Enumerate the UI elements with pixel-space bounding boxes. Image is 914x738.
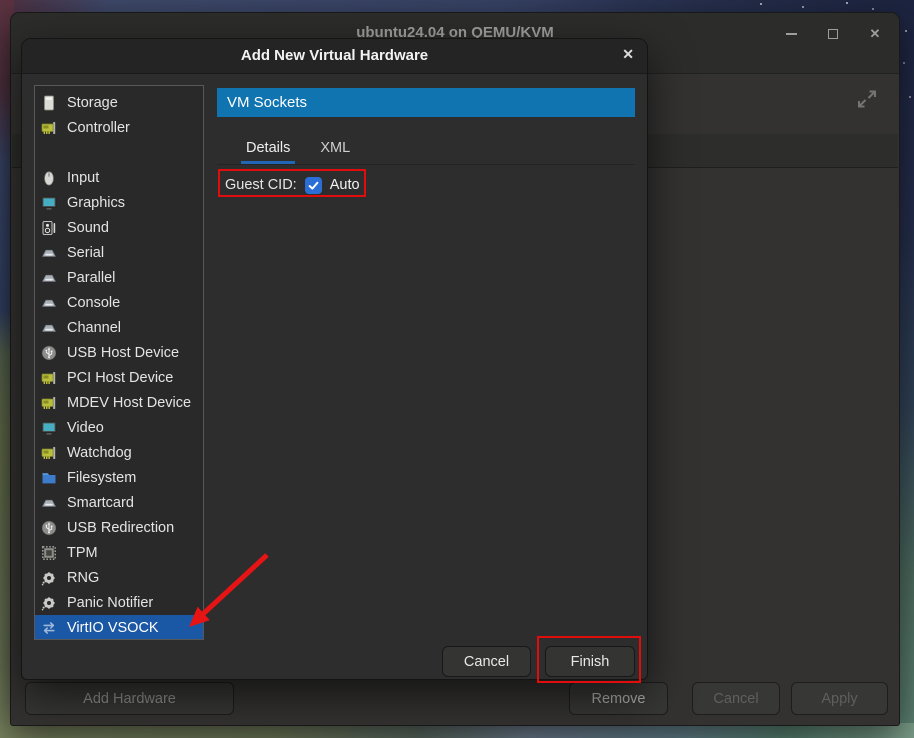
sidebar-item-sound[interactable]: Sound (35, 215, 203, 240)
sidebar-item-parallel[interactable]: Parallel (35, 265, 203, 290)
serial-device-icon (41, 495, 57, 511)
sidebar-item-label: Channel (67, 320, 121, 336)
swap-arrows-icon (41, 620, 57, 636)
maximize-icon[interactable] (825, 26, 841, 42)
add-hardware-button[interactable]: Add Hardware (25, 682, 234, 715)
pci-card-icon (41, 370, 57, 386)
guest-cid-label: Guest CID: (225, 177, 297, 193)
sidebar-item-console[interactable]: Console (35, 290, 203, 315)
maximize-glyph (828, 29, 838, 39)
sidebar-item-controller[interactable]: Controller (35, 115, 203, 140)
minimize-icon[interactable] (783, 26, 799, 42)
tab-xml[interactable]: XML (315, 131, 355, 164)
sidebar-item-label: VirtIO VSOCK (67, 620, 159, 636)
pci-card-icon (41, 120, 57, 136)
dialog-titlebar: Add New Virtual Hardware ✕ (22, 39, 647, 74)
remove-button[interactable]: Remove (569, 682, 668, 715)
serial-device-icon (41, 270, 57, 286)
sidebar-item-label: Filesystem (67, 470, 136, 486)
add-hardware-dialog: Add New Virtual Hardware ✕ Storage Contro… (21, 38, 648, 680)
mouse-icon (41, 170, 57, 186)
sidebar-item-label: Controller (67, 120, 130, 136)
guest-cid-row: Guest CID: Auto (217, 174, 635, 196)
sidebar-item-label: Parallel (67, 270, 115, 286)
sidebar-item-pci-host-device[interactable]: PCI Host Device (35, 365, 203, 390)
sidebar-item-label: Sound (67, 220, 109, 236)
sidebar-item-label: PCI Host Device (67, 370, 173, 386)
sidebar-item-label: TPM (67, 545, 98, 561)
sidebar-item-label: USB Host Device (67, 345, 179, 361)
sidebar-item-channel[interactable]: Channel (35, 315, 203, 340)
chip-icon (41, 545, 57, 561)
sidebar-item-label: Input (67, 170, 99, 186)
pci-card-icon (41, 395, 57, 411)
hardware-type-list: Storage Controller Input Graphics Sound Seria… (34, 85, 204, 640)
sidebar-item-virtio-vsock[interactable]: VirtIO VSOCK (35, 615, 203, 640)
finish-button[interactable]: Finish (545, 646, 635, 677)
display-icon (41, 195, 57, 211)
close-dialog-icon[interactable]: ✕ (622, 46, 634, 63)
usb-icon (41, 345, 57, 361)
sidebar-item-label: Storage (67, 95, 118, 111)
speaker-icon (41, 220, 57, 236)
sidebar-item-usb-redirection[interactable]: USB Redirection (35, 515, 203, 540)
serial-device-icon (41, 320, 57, 336)
sidebar-item-graphics[interactable]: Graphics (35, 190, 203, 215)
sidebar-item-video[interactable]: Video (35, 415, 203, 440)
sidebar-item-usb-host-device[interactable]: USB Host Device (35, 340, 203, 365)
window-controls: ✕ (783, 23, 883, 45)
dialog-title: Add New Virtual Hardware (22, 47, 647, 64)
gear-icon (41, 595, 57, 611)
sidebar-spacer (35, 140, 203, 165)
sidebar-item-label: Graphics (67, 195, 125, 211)
apply-button[interactable]: Apply (791, 682, 888, 715)
sidebar-item-label: MDEV Host Device (67, 395, 191, 411)
tab-details-label: Details (246, 140, 290, 156)
serial-device-icon (41, 245, 57, 261)
sidebar-item-label: RNG (67, 570, 99, 586)
sidebar-item-smartcard[interactable]: Smartcard (35, 490, 203, 515)
sidebar-item-tpm[interactable]: TPM (35, 540, 203, 565)
sidebar-item-label: Video (67, 420, 104, 436)
hardware-config-panel: VM Sockets Details XML Guest CID: Auto (217, 85, 635, 196)
sidebar-item-label: Smartcard (67, 495, 134, 511)
usb-icon (41, 520, 57, 536)
tab-bar: Details XML (217, 131, 635, 165)
sidebar-item-label: Watchdog (67, 445, 132, 461)
desktop-stars (0, 0, 2, 2)
sidebar-item-watchdog[interactable]: Watchdog (35, 440, 203, 465)
display-icon (41, 420, 57, 436)
sidebar-item-label: Panic Notifier (67, 595, 153, 611)
sidebar-item-label: USB Redirection (67, 520, 174, 536)
tab-details[interactable]: Details (241, 131, 295, 164)
sidebar-item-rng[interactable]: RNG (35, 565, 203, 590)
folder-icon (41, 470, 57, 486)
minimize-glyph (786, 33, 797, 35)
window-cancel-button[interactable]: Cancel (692, 682, 780, 715)
pci-card-icon (41, 445, 57, 461)
panel-header: VM Sockets (217, 88, 635, 117)
fullscreen-expand-icon[interactable] (855, 87, 879, 111)
gear-icon (41, 570, 57, 586)
sidebar-item-panic-notifier[interactable]: Panic Notifier (35, 590, 203, 615)
serial-device-icon (41, 295, 57, 311)
tab-xml-label: XML (320, 140, 350, 156)
close-window-icon[interactable]: ✕ (867, 26, 883, 42)
sidebar-item-label: Console (67, 295, 120, 311)
sidebar-item-label: Serial (67, 245, 104, 261)
cancel-button[interactable]: Cancel (442, 646, 531, 677)
desktop: ubuntu24.04 on QEMU/KVM ✕ Add Hardware R… (0, 0, 914, 738)
sidebar-item-storage[interactable]: Storage (35, 90, 203, 115)
auto-checkbox[interactable] (305, 177, 322, 194)
sidebar-item-serial[interactable]: Serial (35, 240, 203, 265)
auto-label: Auto (330, 177, 360, 193)
disk-icon (41, 95, 57, 111)
sidebar-item-mdev-host-device[interactable]: MDEV Host Device (35, 390, 203, 415)
sidebar-item-input[interactable]: Input (35, 165, 203, 190)
sidebar-item-filesystem[interactable]: Filesystem (35, 465, 203, 490)
